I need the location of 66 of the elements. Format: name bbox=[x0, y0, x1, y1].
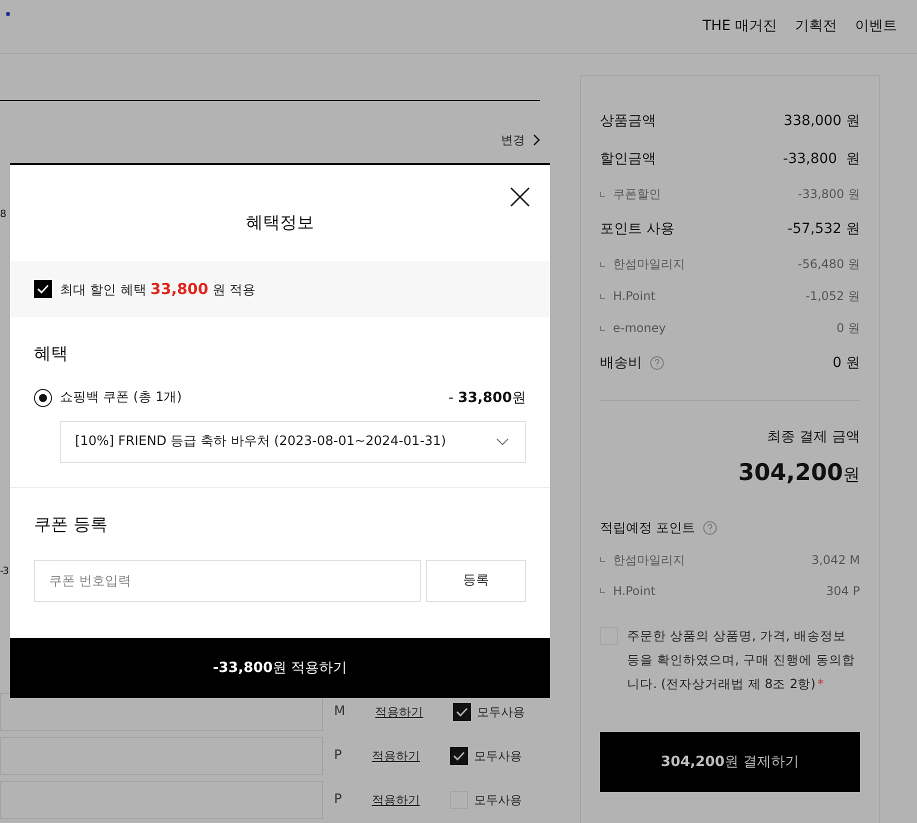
summary-label: H.Point bbox=[613, 288, 656, 305]
summary-label: 할인금액 bbox=[600, 150, 656, 168]
summary-value: 338,000 원 bbox=[784, 112, 860, 130]
register-heading: 쿠폰 등록 bbox=[34, 514, 108, 536]
total-amount: 304,200원 bbox=[738, 459, 860, 488]
max-discount-label: 최대 할인 혜택 33,800 원 적용 bbox=[60, 278, 256, 300]
sub-item-mark-icon bbox=[600, 262, 605, 266]
apply-link[interactable]: 적용하기 bbox=[375, 703, 424, 721]
agreement-text: 주문한 상품의 상품명, 가격, 배송정보 등을 확인하였으며, 구매 진행에 동의합니다. (전자상거래법 제 8조 2항) * bbox=[627, 627, 856, 693]
use-all-checkbox[interactable] bbox=[453, 703, 472, 721]
apply-link[interactable]: 적용하기 bbox=[372, 791, 420, 809]
coupon-dropdown[interactable]: [10%] FRIEND 등급 축하 바우처 (2023-08-01~2024-01-31) bbox=[60, 420, 526, 462]
point-unit: M bbox=[334, 703, 346, 722]
summary-label: 포인트 사용 bbox=[600, 220, 674, 238]
summary-value: -56,480 원 bbox=[798, 256, 860, 273]
use-all-label: 모두사용 bbox=[477, 704, 526, 721]
text-fragment: -3 bbox=[0, 565, 8, 579]
summary-value: -57,532 원 bbox=[788, 220, 860, 238]
points-heading: 적립예정 포인트 bbox=[600, 520, 696, 538]
sub-item-mark-icon bbox=[600, 557, 605, 562]
chevron-down-icon bbox=[496, 438, 509, 446]
coupon-radio[interactable] bbox=[34, 389, 52, 407]
benefit-heading: 혜택 bbox=[34, 343, 68, 366]
summary-value: -33,800 원 bbox=[798, 186, 860, 203]
max-discount-checkbox[interactable] bbox=[34, 280, 52, 298]
use-all-checkbox[interactable] bbox=[450, 747, 468, 765]
pay-button[interactable]: 304,200원 결제하기 bbox=[600, 732, 860, 792]
check-icon bbox=[37, 284, 49, 294]
summary-label: 한섬마일리지 bbox=[613, 256, 685, 273]
use-all-label: 모두사용 bbox=[474, 748, 522, 765]
text-fragment: 8 bbox=[0, 208, 6, 222]
nav-link[interactable]: 기획전 bbox=[795, 16, 837, 37]
change-link[interactable]: 변경 bbox=[501, 130, 540, 148]
sub-item-mark-icon bbox=[600, 588, 605, 593]
chevron-right-icon bbox=[533, 134, 540, 146]
summary-label: 쿠폰할인 bbox=[613, 186, 661, 203]
summary-label: e-money bbox=[613, 320, 666, 337]
sub-item-mark-icon bbox=[600, 192, 605, 196]
summary-label: 상품금액 bbox=[600, 112, 656, 130]
summary-value: 0 원 bbox=[836, 320, 860, 337]
coupon-amount: - 33,800원 bbox=[448, 388, 526, 408]
point-unit: P bbox=[334, 747, 342, 766]
nav-link[interactable]: THE 매거진 bbox=[702, 16, 777, 37]
total-label: 최종 결제 금액 bbox=[767, 428, 860, 447]
sub-item-mark-icon bbox=[600, 326, 605, 330]
coupon-option-label: 쇼핑백 쿠폰 (총 1개) bbox=[60, 389, 182, 408]
points-label: H.Point bbox=[613, 582, 656, 600]
points-value: 3,042 M bbox=[811, 552, 860, 568]
apply-button[interactable]: -33,800원 적용하기 bbox=[10, 638, 550, 698]
modal-title: 혜택정보 bbox=[246, 212, 314, 236]
summary-label: 배송비 bbox=[600, 354, 642, 372]
check-icon bbox=[452, 751, 465, 761]
point-unit: P bbox=[334, 791, 342, 810]
coupon-number-field[interactable]: 쿠폰 번호입력 bbox=[34, 560, 421, 602]
points-value: 304 P bbox=[826, 582, 860, 600]
summary-value: -33,800 원 bbox=[783, 150, 860, 168]
check-icon bbox=[456, 707, 468, 717]
register-button[interactable]: 등록 bbox=[426, 560, 526, 602]
sub-item-mark-icon bbox=[600, 294, 605, 298]
summary-value: -1,052 원 bbox=[806, 288, 860, 305]
nav-link[interactable]: 이벤트 bbox=[855, 16, 897, 37]
apply-link[interactable]: 적용하기 bbox=[372, 747, 420, 765]
close-icon[interactable] bbox=[510, 187, 530, 207]
use-all-label: 모두사용 bbox=[474, 792, 522, 809]
points-label: 한섬마일리지 bbox=[613, 552, 685, 568]
summary-value: 0 원 bbox=[832, 354, 860, 372]
